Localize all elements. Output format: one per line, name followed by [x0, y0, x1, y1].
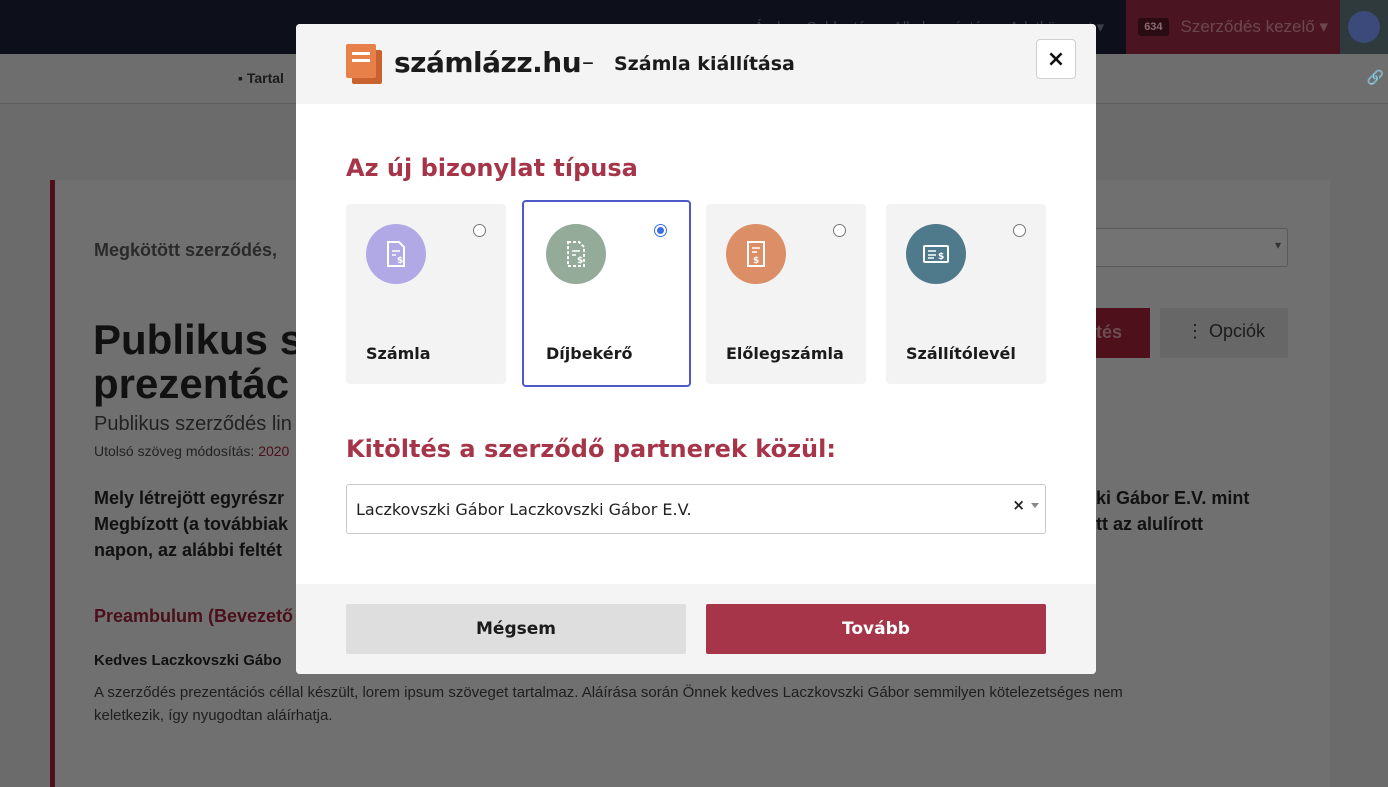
page-subtitle: Publikus szerződés lin: [94, 413, 292, 435]
payment-request-icon: $: [546, 224, 606, 284]
svg-text:$: $: [938, 252, 944, 262]
page-title-line1: Publikus s: [93, 316, 304, 363]
greeting-text: Kedves Laczkovszki Gábo: [94, 652, 282, 669]
intro-line-3: napon, az alábbi feltét: [94, 540, 283, 560]
preamble-heading: Preambulum (Bevezető: [94, 606, 294, 626]
intro-line-1: Mely létrejött egyrészr: [94, 488, 285, 508]
options-label: Opciók: [1209, 321, 1266, 341]
advance-invoice-radio[interactable]: [833, 224, 846, 237]
paragraph-line-1: A szerződés prezentációs céllal készült,…: [94, 684, 1123, 701]
avatar[interactable]: [1340, 0, 1388, 54]
credit-badge: 634: [1138, 18, 1169, 36]
svg-text:$: $: [397, 256, 403, 266]
payment-request-radio[interactable]: [654, 224, 667, 237]
delivery-note-icon: $: [906, 224, 966, 284]
partner-select[interactable]: Laczkovszki Gábor Laczkovszki Gábor E.V.…: [346, 484, 1046, 534]
paragraph-line-2: keletkezik, így nyugodtan aláírhatja.: [94, 707, 333, 724]
contract-manager-menu[interactable]: 634 Szerződés kezelő: [1126, 0, 1340, 54]
doc-type-advance-invoice-card[interactable]: $ Előlegszámla: [706, 204, 866, 384]
partner-heading: Kitöltés a szerződő partnerek közül:: [346, 435, 836, 463]
modal-header: számlázz.hu – Számla kiállítása ×: [296, 24, 1096, 104]
invoice-icon: $: [366, 224, 426, 284]
last-modified: Utolsó szöveg módosítás: 2020: [94, 443, 289, 459]
payment-request-label: Díjbekérő: [546, 344, 633, 363]
szamlazz-logo-text: számlázz.hu: [394, 46, 582, 79]
cancel-button[interactable]: Mégsem: [346, 604, 686, 654]
next-button[interactable]: Tovább: [706, 604, 1046, 654]
advance-invoice-label: Előlegszámla: [726, 344, 844, 363]
intro-right-2: tt az alulírott: [1096, 514, 1203, 534]
last-modified-value: 2020: [258, 443, 290, 459]
invoice-label: Számla: [366, 344, 431, 363]
doc-type-payment-request-card[interactable]: $ Díjbekérő: [522, 200, 691, 387]
modal-title: Számla kiállítása: [614, 53, 795, 75]
svg-text:$: $: [577, 256, 583, 266]
doc-type-heading: Az új bizonylat típusa: [346, 154, 638, 182]
contract-status: Megkötött szerződés,: [94, 240, 278, 260]
svg-text:$: $: [753, 256, 759, 266]
link-icon[interactable]: 🔗: [1367, 70, 1384, 86]
title-separator: –: [582, 48, 594, 76]
invoice-modal: számlázz.hu – Számla kiállítása × Az új …: [296, 24, 1096, 674]
partner-select-value: Laczkovszki Gábor Laczkovszki Gábor E.V.: [356, 500, 692, 519]
invoice-radio[interactable]: [473, 224, 486, 237]
last-modified-label: Utolsó szöveg módosítás:: [94, 443, 255, 459]
szamlazz-logo-icon: [346, 44, 382, 84]
options-button[interactable]: ⋮ Opciók: [1160, 308, 1288, 358]
intro-right-1: ki Gábor E.V. mint: [1096, 488, 1250, 508]
close-button[interactable]: ×: [1036, 39, 1076, 79]
close-icon: ×: [1046, 46, 1066, 72]
delivery-note-radio[interactable]: [1013, 224, 1026, 237]
bg-select[interactable]: [1090, 228, 1288, 267]
doc-type-delivery-note-card[interactable]: $ Szállítólevél: [886, 204, 1046, 384]
tab-contents[interactable]: ▪ Tartal: [238, 70, 284, 86]
tab-contents-label: Tartal: [246, 70, 284, 86]
clear-selection-icon[interactable]: ×: [1012, 496, 1025, 514]
modal-footer: Mégsem Tovább: [296, 584, 1096, 674]
avatar-image: [1348, 11, 1380, 43]
contract-manager-label: Szerződés kezelő: [1181, 17, 1328, 37]
advance-invoice-icon: $: [726, 224, 786, 284]
page-title-line2: prezentác: [93, 360, 290, 407]
doc-type-invoice-card[interactable]: $ Számla: [346, 204, 506, 384]
chevron-down-icon[interactable]: [1031, 503, 1039, 508]
delivery-note-label: Szállítólevél: [906, 344, 1016, 363]
intro-line-2: Megbízott (a továbbiak: [94, 514, 289, 534]
